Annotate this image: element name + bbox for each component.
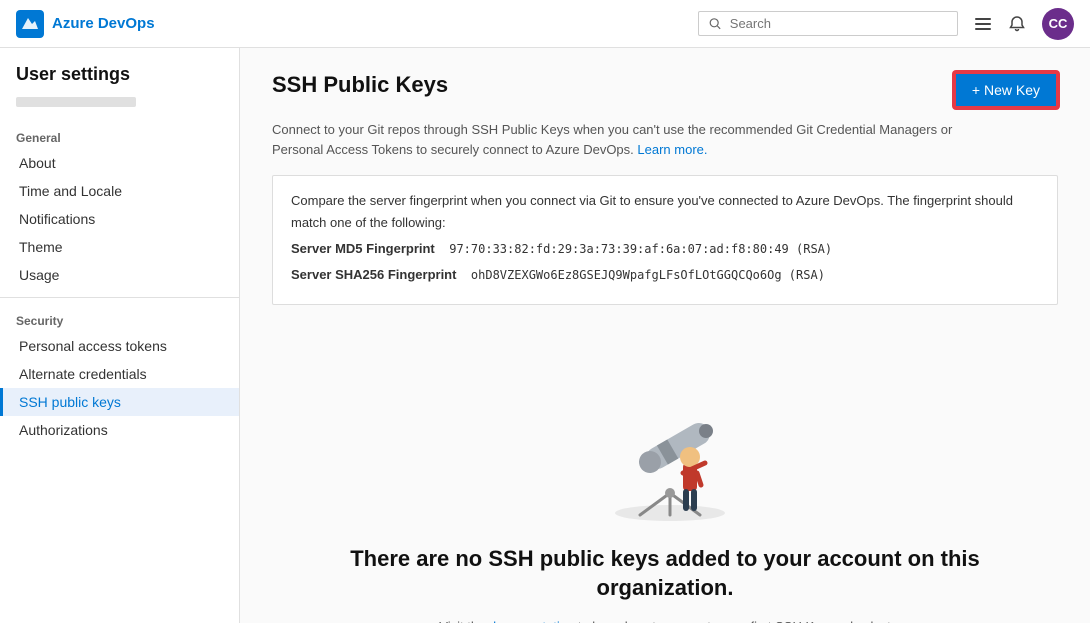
sidebar-item-personal-access-tokens[interactable]: Personal access tokens — [0, 332, 239, 360]
sidebar: User settings General About Time and Loc… — [0, 48, 240, 623]
sidebar-item-notifications[interactable]: Notifications — [0, 205, 239, 233]
search-box[interactable] — [698, 11, 958, 36]
empty-state-title: There are no SSH public keys added to yo… — [312, 545, 1018, 602]
new-key-button[interactable]: + New Key — [954, 72, 1058, 108]
topnav: Azure DevOps CC — [0, 0, 1090, 48]
sidebar-section-security: Security — [0, 306, 239, 332]
main-layout: User settings General About Time and Loc… — [0, 48, 1090, 623]
fingerprint-md5: Server MD5 Fingerprint 97:70:33:82:fd:29… — [291, 238, 1039, 260]
fingerprint-intro: Compare the server fingerprint when you … — [291, 190, 1039, 234]
topnav-icons: CC — [974, 8, 1074, 40]
sidebar-item-about[interactable]: About — [0, 149, 239, 177]
sidebar-item-authorizations[interactable]: Authorizations — [0, 416, 239, 444]
sidebar-item-theme[interactable]: Theme — [0, 233, 239, 261]
sidebar-title: User settings — [0, 64, 239, 97]
telescope-illustration — [565, 345, 765, 525]
avatar[interactable]: CC — [1042, 8, 1074, 40]
logo[interactable]: Azure DevOps — [16, 10, 155, 38]
page-title: SSH Public Keys — [272, 72, 448, 98]
notification-icon-button[interactable] — [1008, 15, 1026, 33]
empty-state-description: Visit the documentation to learn how to … — [425, 617, 905, 623]
sidebar-item-ssh-public-keys[interactable]: SSH public keys — [0, 388, 239, 416]
search-input[interactable] — [730, 16, 947, 31]
documentation-link[interactable]: documentation — [489, 619, 574, 623]
user-placeholder-bar — [16, 97, 136, 107]
logo-text: Azure DevOps — [52, 15, 155, 32]
menu-icon — [974, 15, 992, 33]
learn-more-link[interactable]: Learn more. — [637, 142, 707, 157]
main-content: SSH Public Keys + New Key Connect to you… — [240, 48, 1090, 623]
content-header: SSH Public Keys + New Key — [272, 72, 1058, 108]
azure-devops-logo-icon — [16, 10, 44, 38]
sidebar-divider — [0, 297, 239, 298]
fingerprint-sha256: Server SHA256 Fingerprint ohD8VZEXGWo6Ez… — [291, 264, 1039, 286]
sidebar-item-usage[interactable]: Usage — [0, 261, 239, 289]
sidebar-user — [0, 97, 239, 123]
content-description: Connect to your Git repos through SSH Pu… — [272, 120, 972, 159]
menu-icon-button[interactable] — [974, 15, 992, 33]
empty-state: There are no SSH public keys added to yo… — [272, 325, 1058, 623]
sidebar-item-alternate-credentials[interactable]: Alternate credentials — [0, 360, 239, 388]
sidebar-item-time-locale[interactable]: Time and Locale — [0, 177, 239, 205]
search-icon — [709, 17, 722, 31]
bell-icon — [1008, 15, 1026, 33]
sidebar-section-general: General — [0, 123, 239, 149]
fingerprint-box: Compare the server fingerprint when you … — [272, 175, 1058, 305]
